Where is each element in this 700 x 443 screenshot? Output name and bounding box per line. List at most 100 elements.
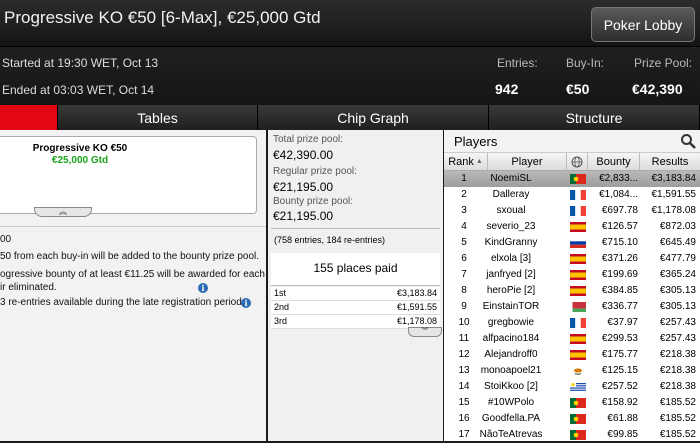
players-column-header: Rank ▲ Player Bounty Results	[444, 153, 700, 171]
player-bounty: €199.69	[601, 269, 638, 280]
portugal-flag-icon	[570, 174, 586, 184]
player-bounty: €125.15	[601, 365, 638, 376]
sort-ascending-icon: ▲	[475, 158, 483, 165]
player-bounty: €126.57	[601, 221, 638, 232]
tab-lobby-active[interactable]	[0, 105, 58, 130]
tournament-info: Started at 19:30 WET, Oct 13 Ended at 03…	[0, 47, 700, 105]
column-country[interactable]	[567, 153, 588, 170]
players-title: Players	[454, 134, 498, 149]
column-bounty[interactable]: Bounty	[588, 153, 640, 170]
player-row[interactable]: 1 NoemiSL €2,833... €3,183.84	[444, 171, 700, 187]
player-name: alfpacino184	[482, 333, 540, 344]
info-icon[interactable]: i	[241, 298, 251, 308]
rule-line: 50 from each buy-in will be added to the…	[0, 251, 260, 262]
spain-flag-icon	[570, 270, 586, 280]
start-time: Started at 19:30 WET, Oct 13	[2, 56, 159, 70]
spain-flag-icon	[570, 350, 586, 360]
window-title: Progressive KO €50 [6-Max], €25,000 Gtd	[4, 8, 321, 27]
player-results: €3,183.84	[651, 173, 697, 184]
player-name: gregbowie	[487, 317, 535, 328]
tab-bar: Tables Chip Graph Structure	[0, 105, 700, 130]
france-flag-icon	[570, 318, 586, 328]
player-results: €257.43	[659, 333, 696, 344]
player-bounty: €257.52	[601, 381, 638, 392]
tournament-details-panel: Progressive KO €50 €25,000 Gtd ︽ 00 50 f…	[0, 130, 266, 441]
regular-prize-pool-label: Regular prize pool:	[273, 166, 357, 177]
column-results[interactable]: Results	[640, 153, 700, 170]
payout-place: 1st	[274, 288, 287, 298]
rule-line: 00	[0, 234, 12, 245]
player-results: €477.79	[659, 253, 696, 264]
player-row[interactable]: 16 Goodfella.PA €61.88 €185.52	[444, 411, 700, 427]
player-row[interactable]: 4 severio_23 €126.57 €872.03	[444, 219, 700, 235]
player-row[interactable]: 2 Dalleray €1,084... €1,591.55	[444, 187, 700, 203]
portugal-flag-icon	[570, 414, 586, 424]
guarantee-text: €25,000 Gtd	[51, 155, 109, 166]
player-results: €1,591.55	[651, 189, 697, 200]
player-name: NoemiSL	[490, 173, 532, 184]
tournament-name: Progressive KO €50	[32, 143, 128, 154]
player-bounty: €715.10	[601, 237, 638, 248]
player-row[interactable]: 3 sxoual €697.78 €1,178.08	[444, 203, 700, 219]
column-player[interactable]: Player	[488, 153, 567, 170]
payout-amount: €1,178.08	[396, 316, 437, 326]
tournament-card: Progressive KO €50 €25,000 Gtd	[0, 136, 257, 214]
player-bounty: €99.85	[607, 429, 638, 440]
places-paid: 155 places paid	[313, 261, 398, 275]
rule-line: ir eliminated.	[0, 282, 57, 293]
tab-tables[interactable]: Tables	[58, 105, 258, 130]
player-row[interactable]: 14 StoiKkoo [2] €257.52 €218.38	[444, 379, 700, 395]
player-bounty: €175.77	[601, 349, 638, 360]
expand-toggle[interactable]: ︾	[408, 327, 442, 337]
player-name: janfryed [2]	[486, 269, 536, 280]
chevron-down-icon: ︾	[421, 328, 429, 335]
entries-label: Entries:	[497, 56, 538, 70]
title-bar: Progressive KO €50 [6-Max], €25,000 Gtd …	[0, 0, 700, 47]
russia-flag-icon	[570, 238, 586, 248]
cyprus-flag-icon	[570, 366, 586, 376]
players-header: Players	[444, 130, 700, 153]
player-results: €257.43	[659, 317, 696, 328]
players-panel: Players Rank ▲ Player Bounty Results 1 No…	[444, 130, 700, 441]
player-row[interactable]: 8 heroPie [2] €384.85 €305.13	[444, 283, 700, 299]
player-bounty: €299.53	[601, 333, 638, 344]
player-row[interactable]: 5 KindGranny €715.10 €645.49	[444, 235, 700, 251]
player-results: €218.38	[659, 349, 696, 360]
player-name: StoiKkoo [2]	[484, 381, 538, 392]
player-results: €305.13	[659, 301, 696, 312]
player-name: #10WPolo	[487, 397, 535, 408]
player-results: €305.13	[659, 285, 696, 296]
tab-structure[interactable]: Structure	[489, 105, 700, 130]
player-row[interactable]: 13 monoapoel21 €125.15 €218.38	[444, 363, 700, 379]
player-name: sxoual	[496, 205, 526, 216]
player-bounty: €336.77	[601, 301, 638, 312]
player-row[interactable]: 10 gregbowie €37.97 €257.43	[444, 315, 700, 331]
player-bounty: €158.92	[601, 397, 638, 408]
tab-chip-graph[interactable]: Chip Graph	[258, 105, 489, 130]
search-icon[interactable]	[680, 133, 696, 149]
collapse-toggle[interactable]: ︽	[34, 207, 92, 217]
player-name: severio_23	[486, 221, 536, 232]
payout-place: 2nd	[274, 302, 290, 312]
player-name: KindGranny	[484, 237, 538, 248]
uruguay-flag-icon	[570, 382, 586, 392]
player-row[interactable]: 15 #10WPolo €158.92 €185.52	[444, 395, 700, 411]
player-bounty: €1,084...	[599, 189, 638, 200]
player-results: €872.03	[659, 221, 696, 232]
player-name: Goodfella.PA	[481, 413, 541, 424]
regular-prize-pool-value: €21,195.00	[273, 180, 334, 194]
prizepool-label: Prize Pool:	[634, 56, 693, 70]
players-list: 1 NoemiSL €2,833... €3,183.84 2 Dalleray €1,08…	[444, 171, 700, 441]
player-row[interactable]: 11 alfpacino184 €299.53 €257.43	[444, 331, 700, 347]
info-icon[interactable]: i	[198, 283, 208, 293]
places-paid-box: 155 places paid	[271, 253, 440, 286]
globe-icon	[571, 156, 583, 167]
player-row[interactable]: 7 janfryed [2] €199.69 €365.24	[444, 267, 700, 283]
column-rank[interactable]: Rank ▲	[444, 153, 488, 170]
player-row[interactable]: 6 elxola [3] €371.26 €477.79	[444, 251, 700, 267]
portugal-flag-icon	[570, 430, 586, 440]
player-row[interactable]: 9 EinstainTOR €336.77 €305.13	[444, 299, 700, 315]
poker-lobby-button[interactable]: Poker Lobby	[591, 7, 695, 42]
buyin-value: €50	[566, 81, 590, 97]
player-row[interactable]: 12 Alejandroff0 €175.77 €218.38	[444, 347, 700, 363]
